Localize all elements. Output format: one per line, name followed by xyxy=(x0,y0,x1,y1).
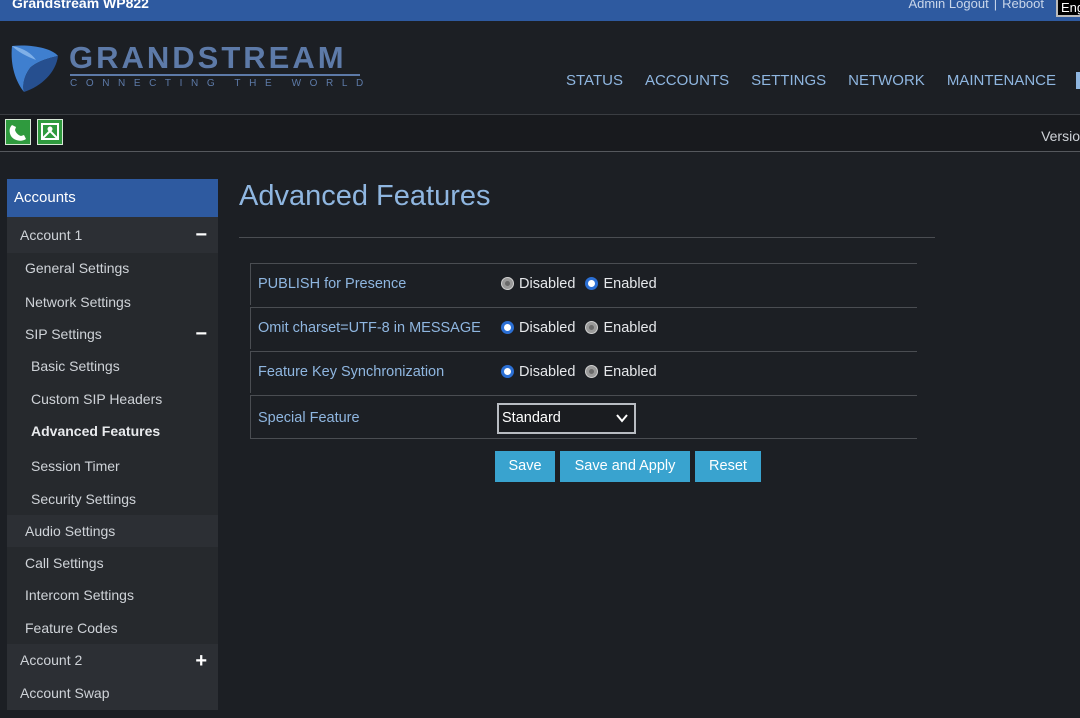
publish-presence-row: PUBLISH for Presence Disabled Enabled xyxy=(250,263,917,305)
save-button[interactable]: Save xyxy=(495,451,555,482)
brand-divider xyxy=(70,74,360,76)
sidebar-item-label: Custom SIP Headers xyxy=(31,391,163,407)
phone-icon[interactable] xyxy=(5,119,31,145)
nav-maintenance[interactable]: MAINTENANCE xyxy=(947,72,1056,89)
sidebar-item-account-2[interactable]: Account 2 + xyxy=(7,644,218,677)
publish-presence-enabled-radio[interactable] xyxy=(585,277,599,290)
publish-presence-options: Disabled Enabled xyxy=(501,276,663,292)
reset-button[interactable]: Reset xyxy=(695,451,761,482)
nav-settings[interactable]: SETTINGS xyxy=(751,72,826,89)
reboot-link[interactable]: Reboot xyxy=(1002,0,1044,11)
sidebar-item-account-swap[interactable]: Account Swap xyxy=(7,677,218,710)
brand-tagline: CONNECTING THE WORLD xyxy=(70,78,372,89)
expand-icon[interactable]: + xyxy=(195,651,207,671)
sidebar-item-security-settings[interactable]: Security Settings xyxy=(7,483,218,515)
sidebar-header[interactable]: Accounts xyxy=(7,179,218,217)
sidebar-item-label: General Settings xyxy=(25,260,130,276)
nav-overflow-item[interactable] xyxy=(1076,72,1080,89)
sidebar-item-call-settings[interactable]: Call Settings xyxy=(7,547,218,579)
sidebar-item-basic-settings[interactable]: Basic Settings xyxy=(7,350,218,383)
sidebar-item-custom-sip-headers[interactable]: Custom SIP Headers xyxy=(7,383,218,415)
grandstream-logo-icon xyxy=(11,45,58,92)
sidebar-item-label: Call Settings xyxy=(25,555,104,571)
collapse-icon[interactable]: − xyxy=(195,324,207,344)
sidebar-item-label: Advanced Features xyxy=(31,423,161,439)
page-title: Advanced Features xyxy=(239,180,491,212)
sidebar-item-label: Intercom Settings xyxy=(25,587,134,603)
nav-accounts[interactable]: ACCOUNTS xyxy=(645,72,729,89)
select-value: Standard xyxy=(502,410,561,426)
sidebar-item-label: Basic Settings xyxy=(31,358,120,374)
sidebar-item-advanced-features[interactable]: Advanced Features xyxy=(7,415,218,450)
feature-key-sync-options: Disabled Enabled xyxy=(501,364,663,380)
admin-link[interactable]: Admin xyxy=(908,0,945,11)
field-label: Omit charset=UTF-8 in MESSAGE xyxy=(258,320,481,336)
publish-presence-disabled-radio[interactable] xyxy=(501,277,514,290)
radio-label: Enabled xyxy=(603,320,657,336)
sidebar-item-label: Network Settings xyxy=(25,294,131,310)
top-links: Admin Logout | Reboot xyxy=(908,0,1044,11)
nav-network[interactable]: NETWORK xyxy=(848,72,925,89)
field-label: Feature Key Synchronization xyxy=(258,364,445,380)
sidebar-item-label: Session Timer xyxy=(31,458,120,474)
radio-label: Disabled xyxy=(519,320,576,336)
sidebar-item-intercom-settings[interactable]: Intercom Settings xyxy=(7,579,218,612)
main-nav: STATUS ACCOUNTS SETTINGS NETWORK MAINTENANCE xyxy=(566,72,1078,90)
phone-glyph-icon xyxy=(9,125,26,141)
logout-link[interactable]: Logout xyxy=(949,0,989,11)
radio-label: Disabled xyxy=(519,276,576,292)
tool-strip: Versio xyxy=(0,114,1080,152)
title-divider xyxy=(239,237,935,238)
version-label: Versio xyxy=(1041,128,1080,144)
sidebar-item-sip-settings[interactable]: SIP Settings − xyxy=(7,318,218,350)
header: GRANDSTREAM CONNECTING THE WORLD STATUS A… xyxy=(0,21,1080,114)
omit-charset-disabled-radio[interactable] xyxy=(501,321,514,334)
feature-key-sync-enabled-radio[interactable] xyxy=(585,365,599,378)
save-and-apply-button[interactable]: Save and Apply xyxy=(560,451,690,482)
sidebar-item-network-settings[interactable]: Network Settings xyxy=(7,286,218,318)
field-label: PUBLISH for Presence xyxy=(258,276,407,292)
radio-label: Enabled xyxy=(603,364,657,380)
app-title: Grandstream WP822 xyxy=(12,0,149,11)
sidebar-item-label: Feature Codes xyxy=(25,620,118,636)
radio-label: Enabled xyxy=(603,276,657,292)
sidebar-item-audio-settings[interactable]: Audio Settings xyxy=(7,515,218,547)
brand-name: GRANDSTREAM xyxy=(69,40,347,75)
link-separator: | xyxy=(993,0,998,11)
field-label: Special Feature xyxy=(258,410,360,426)
sidebar-item-label: Account Swap xyxy=(20,685,110,701)
special-feature-select[interactable]: Standard xyxy=(497,403,636,434)
chevron-down-icon xyxy=(616,405,628,441)
title-bar: Grandstream WP822 Admin Logout | Reboot En… xyxy=(0,0,1080,21)
feature-key-sync-disabled-radio[interactable] xyxy=(501,365,514,378)
sidebar-item-account-1[interactable]: Account 1 − xyxy=(7,217,218,253)
sidebar-item-session-timer[interactable]: Session Timer xyxy=(7,450,218,483)
collapse-icon[interactable]: − xyxy=(195,225,207,245)
sidebar-item-label: Security Settings xyxy=(31,491,137,507)
sidebar: Accounts Account 1 − General Settings Ne… xyxy=(7,179,218,710)
feature-key-sync-row: Feature Key Synchronization Disabled Ena… xyxy=(250,351,917,393)
sidebar-item-label: SIP Settings xyxy=(25,326,102,342)
omit-charset-options: Disabled Enabled xyxy=(501,320,663,336)
sidebar-item-label: Audio Settings xyxy=(25,523,116,539)
message-glyph-icon xyxy=(41,123,59,140)
sidebar-item-label: Account 1 xyxy=(20,227,83,243)
sidebar-item-label: Account 2 xyxy=(20,652,83,668)
radio-label: Disabled xyxy=(519,364,576,380)
nav-status[interactable]: STATUS xyxy=(566,72,623,89)
special-feature-row: Special Feature Standard xyxy=(250,395,917,439)
omit-charset-enabled-radio[interactable] xyxy=(585,321,599,334)
message-icon[interactable] xyxy=(37,119,63,145)
sidebar-item-general-settings[interactable]: General Settings xyxy=(7,253,218,286)
settings-form: PUBLISH for Presence Disabled Enabled Om… xyxy=(239,263,917,439)
sidebar-item-feature-codes[interactable]: Feature Codes xyxy=(7,612,218,644)
omit-charset-row: Omit charset=UTF-8 in MESSAGE Disabled E… xyxy=(250,307,917,349)
language-select[interactable]: Eng xyxy=(1056,0,1080,17)
